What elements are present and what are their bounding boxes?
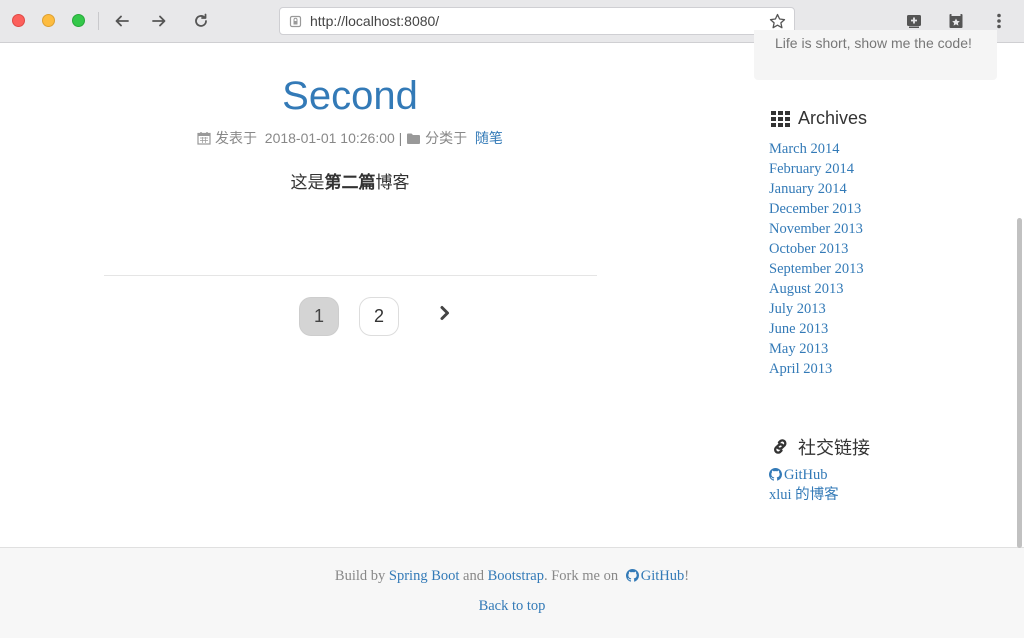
list-item: August 2013 bbox=[769, 279, 864, 299]
archive-link[interactable]: April 2013 bbox=[769, 361, 832, 377]
grid-icon bbox=[771, 110, 790, 127]
list-item: October 2013 bbox=[769, 239, 864, 259]
post-title-link[interactable]: Second bbox=[100, 74, 600, 119]
excerpt-prefix: 这是 bbox=[290, 173, 325, 193]
social-heading: 社交链接 bbox=[771, 434, 870, 460]
excerpt-suffix: 博客 bbox=[375, 173, 410, 193]
list-item: February 2014 bbox=[769, 159, 864, 179]
post-meta: 发表于 2018-01-01 10:26:00 | 分类于 随笔 bbox=[100, 128, 600, 148]
about-widget: Life is short, show me the code! bbox=[754, 30, 997, 80]
github-icon bbox=[769, 468, 782, 481]
link-icon bbox=[774, 439, 787, 454]
page-scrollbar[interactable] bbox=[1017, 218, 1022, 548]
list-item: November 2013 bbox=[769, 219, 864, 239]
archive-link[interactable]: September 2013 bbox=[769, 261, 864, 277]
list-item: May 2013 bbox=[769, 339, 864, 359]
archive-link[interactable]: August 2013 bbox=[769, 281, 844, 297]
close-window-button[interactable] bbox=[12, 14, 25, 27]
divider bbox=[104, 275, 597, 276]
list-item: July 2013 bbox=[769, 299, 864, 319]
github-link[interactable]: GitHub bbox=[784, 467, 828, 483]
bootstrap-link[interactable]: Bootstrap bbox=[488, 568, 544, 584]
archive-link[interactable]: February 2014 bbox=[769, 161, 854, 177]
bookmark-box-icon bbox=[949, 14, 963, 28]
more-vertical-icon bbox=[997, 13, 1001, 29]
forward-button[interactable] bbox=[147, 9, 171, 33]
list-item: April 2013 bbox=[769, 359, 864, 379]
archive-link[interactable]: July 2013 bbox=[769, 301, 826, 317]
archive-link[interactable]: December 2013 bbox=[769, 201, 861, 217]
reload-icon bbox=[195, 13, 207, 27]
post-date: 2018-01-01 10:26:00 bbox=[264, 130, 395, 146]
social-links-list: GitHub xlui 的博客 bbox=[769, 465, 839, 505]
list-item: June 2013 bbox=[769, 319, 864, 339]
footer-github-link[interactable]: GitHub bbox=[641, 568, 685, 584]
archives-title: Archives bbox=[798, 108, 868, 128]
post-excerpt: 这是第二篇博客 bbox=[100, 168, 600, 193]
address-bar[interactable]: http://localhost:8080/ bbox=[279, 7, 795, 35]
list-item: December 2013 bbox=[769, 199, 864, 219]
archive-link[interactable]: November 2013 bbox=[769, 221, 863, 237]
footer-back-to-top: Back to top bbox=[0, 598, 1024, 615]
page-2-button[interactable]: 2 bbox=[359, 297, 399, 336]
category-label: 分类于 bbox=[425, 130, 468, 146]
arrow-right-icon bbox=[152, 15, 166, 27]
page-1-button[interactable]: 1 bbox=[299, 297, 339, 336]
posted-label: 发表于 bbox=[215, 130, 257, 146]
fork-me-text: . Fork me on bbox=[543, 568, 619, 584]
page-footer: Build by Spring Boot and Bootstrap. Fork… bbox=[0, 547, 1024, 638]
build-by-text: Build by bbox=[334, 568, 386, 584]
menu-button[interactable] bbox=[989, 11, 1009, 31]
about-text: Life is short, show me the code! bbox=[775, 35, 972, 51]
list-item: xlui 的博客 bbox=[769, 485, 839, 505]
category-link[interactable]: 随笔 bbox=[475, 130, 503, 146]
folder-icon bbox=[407, 133, 421, 144]
exclaim-text: ! bbox=[684, 568, 690, 584]
page-info-icon[interactable] bbox=[289, 15, 302, 28]
list-item: March 2014 bbox=[769, 139, 864, 159]
url-text: http://localhost:8080/ bbox=[310, 13, 440, 29]
back-to-top-link[interactable]: Back to top bbox=[479, 598, 546, 614]
archive-link[interactable]: June 2013 bbox=[769, 321, 828, 337]
archives-list: March 2014 February 2014 January 2014 De… bbox=[769, 139, 864, 379]
blog-link[interactable]: xlui 的博客 bbox=[769, 487, 839, 503]
archive-link[interactable]: May 2013 bbox=[769, 341, 828, 357]
reload-button[interactable] bbox=[189, 9, 213, 33]
spring-boot-link[interactable]: Spring Boot bbox=[389, 568, 460, 584]
and-text: and bbox=[463, 568, 484, 584]
screen-add-icon bbox=[907, 15, 921, 28]
list-item: January 2014 bbox=[769, 179, 864, 199]
back-button[interactable] bbox=[110, 9, 134, 33]
reading-list-button[interactable] bbox=[946, 11, 966, 31]
social-title: 社交链接 bbox=[798, 438, 870, 458]
archive-link[interactable]: March 2014 bbox=[769, 141, 839, 157]
archive-link[interactable]: January 2014 bbox=[769, 181, 847, 197]
next-page-chevron-icon[interactable] bbox=[437, 305, 453, 321]
calendar-icon bbox=[197, 132, 211, 145]
archives-heading: Archives bbox=[771, 108, 867, 129]
footer-credits: Build by Spring Boot and Bootstrap. Fork… bbox=[0, 568, 1024, 585]
github-icon bbox=[625, 569, 639, 582]
bookmark-star-icon[interactable] bbox=[769, 13, 786, 30]
list-item: September 2013 bbox=[769, 259, 864, 279]
maximize-window-button[interactable] bbox=[72, 14, 85, 27]
toolbar-divider bbox=[98, 12, 99, 30]
excerpt-bold: 第二篇 bbox=[324, 173, 376, 193]
cast-button[interactable] bbox=[904, 11, 924, 31]
list-item: GitHub bbox=[769, 465, 839, 485]
archive-link[interactable]: October 2013 bbox=[769, 241, 848, 257]
minimize-window-button[interactable] bbox=[42, 14, 55, 27]
meta-divider: | bbox=[398, 130, 403, 146]
arrow-left-icon bbox=[115, 15, 129, 27]
